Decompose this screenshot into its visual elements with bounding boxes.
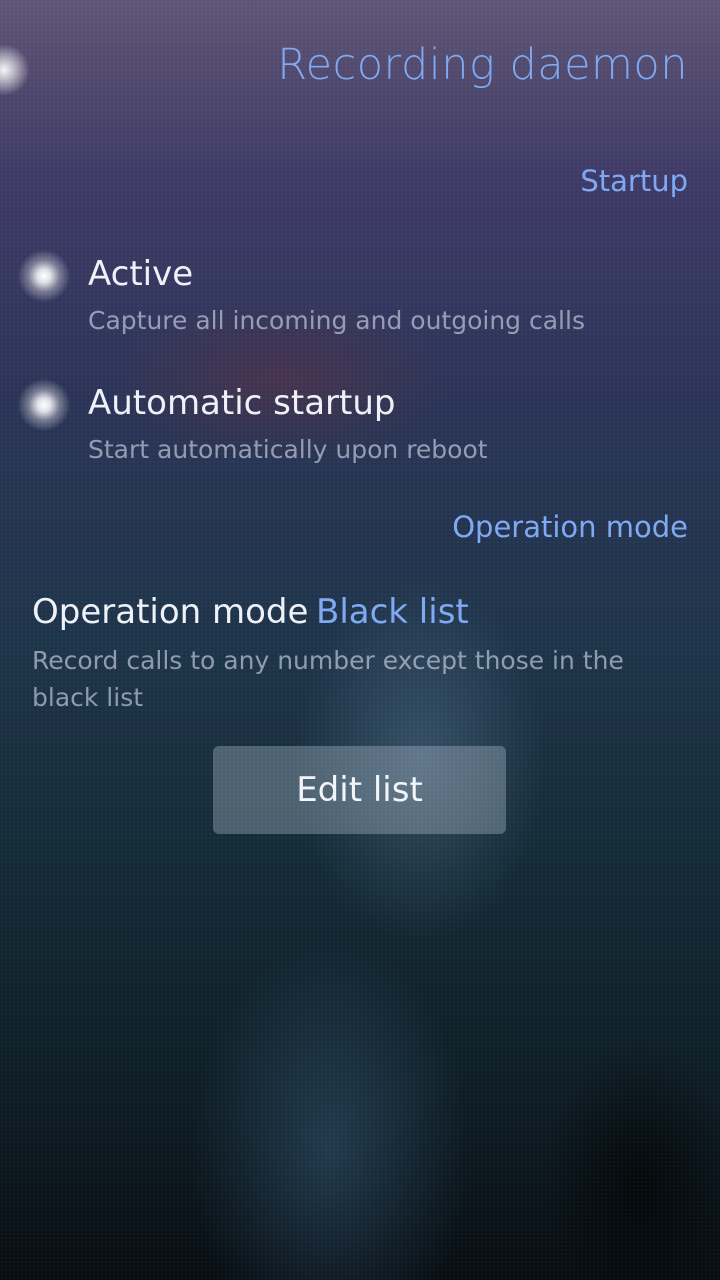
switch-description: Start automatically upon reboot bbox=[88, 435, 488, 464]
combobox-value: Black list bbox=[316, 592, 469, 632]
combobox-description: Record calls to any number except those … bbox=[32, 646, 624, 712]
combobox-label: Operation mode bbox=[32, 592, 309, 632]
pulley-menu-indicator bbox=[0, 44, 30, 96]
automatic-startup-switch[interactable]: Automatic startup Start automatically up… bbox=[0, 365, 720, 475]
switch-label: Active bbox=[88, 254, 194, 294]
edit-list-button[interactable]: Edit list bbox=[213, 746, 506, 834]
switch-on-indicator-icon bbox=[18, 379, 70, 431]
switch-on-indicator-icon bbox=[18, 250, 70, 302]
active-switch[interactable]: Active Capture all incoming and outgoing… bbox=[0, 236, 720, 346]
operation-mode-combobox[interactable]: Operation mode Black list Record calls t… bbox=[0, 580, 720, 720]
page-title: Recording daemon bbox=[277, 40, 688, 90]
switch-label: Automatic startup bbox=[88, 383, 396, 423]
section-header-operation-mode: Operation mode bbox=[452, 510, 688, 544]
section-header-startup: Startup bbox=[580, 164, 688, 198]
switch-description: Capture all incoming and outgoing calls bbox=[88, 306, 585, 335]
